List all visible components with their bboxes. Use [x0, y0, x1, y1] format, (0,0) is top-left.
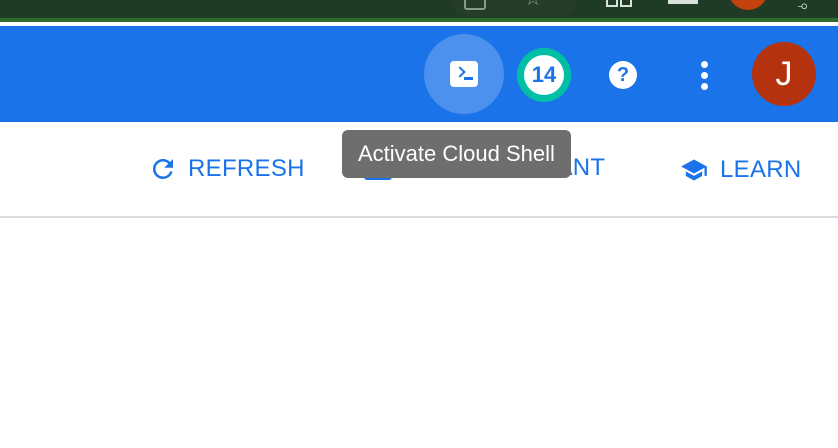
browser-profile-avatar[interactable]: [728, 0, 768, 10]
tab-search-icon[interactable]: [464, 0, 486, 10]
app-header: 14 ? J: [0, 26, 838, 122]
notifications-button[interactable]: 14: [517, 48, 571, 102]
learn-label: LEARN: [720, 156, 802, 183]
more-vert-icon-dot: [700, 82, 708, 90]
browser-search-icon[interactable]: ⌕: [794, 0, 815, 16]
bookmark-star-icon[interactable]: ☆: [524, 0, 542, 8]
cloud-shell-tooltip: Activate Cloud Shell: [342, 130, 571, 178]
address-bar-end[interactable]: ☆: [452, 0, 576, 16]
more-vert-icon-dot: [700, 71, 708, 79]
refresh-button[interactable]: REFRESH: [148, 154, 305, 184]
reading-list-icon[interactable]: [668, 0, 698, 4]
learn-button[interactable]: LEARN: [678, 156, 802, 184]
account-avatar[interactable]: J: [752, 42, 816, 106]
terminal-icon: [450, 61, 478, 87]
refresh-icon: [152, 158, 173, 179]
school-icon: [681, 159, 707, 181]
browser-toolbar: ☆ ⌕: [0, 0, 838, 22]
more-vert-icon-dot: [700, 60, 708, 68]
help-button[interactable]: ?: [606, 58, 640, 92]
extensions-icon[interactable]: [604, 0, 632, 7]
notification-count-badge: 14: [524, 55, 564, 95]
main-content: [0, 220, 838, 448]
activate-cloud-shell-button[interactable]: [424, 34, 504, 114]
more-options-button[interactable]: [688, 56, 720, 94]
help-icon: ?: [609, 61, 637, 89]
refresh-label: REFRESH: [188, 155, 305, 182]
